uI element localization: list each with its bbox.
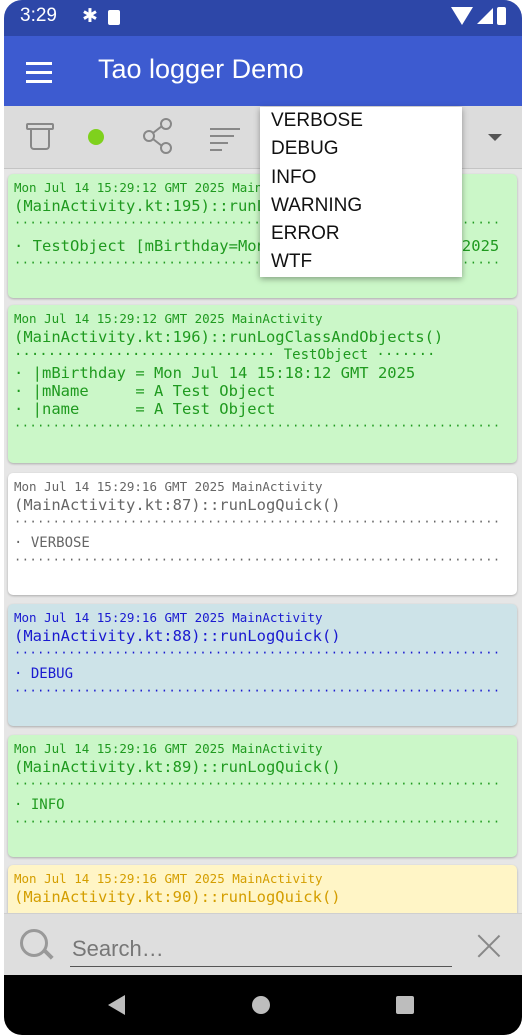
log-source: (MainActivity.kt:196)::runLogClassAndObj… (14, 328, 444, 346)
dropdown-arrow-icon[interactable] (488, 134, 502, 141)
navigation-bar (4, 975, 522, 1035)
clear-icon[interactable] (476, 933, 502, 959)
menu-item-verbose[interactable]: VERBOSE (260, 107, 462, 135)
phone-screen: 3:29 ✱ Tao logger Demo Mon Jul 14 15:29:… (4, 0, 522, 1035)
log-timestamp: Mon Jul 14 15:29:16 GMT 2025 MainActivit… (14, 741, 323, 756)
share-button[interactable] (136, 114, 182, 160)
log-line: · INFO (14, 797, 65, 813)
log-timestamp: Mon Jul 14 15:29:16 GMT 2025 MainActivit… (14, 479, 323, 494)
log-entry[interactable]: Mon Jul 14 15:29:16 GMT 2025 MainActivit… (8, 865, 517, 913)
search-bar (4, 913, 522, 976)
status-dot-button[interactable] (74, 114, 120, 160)
log-level-menu: VERBOSE DEBUG INFO WARNING ERROR WTF (260, 107, 462, 277)
log-separator: ········································… (14, 777, 501, 791)
log-separator: ········································… (14, 646, 501, 660)
log-line: · |mBirthday = Mon Jul 14 15:18:12 GMT 2… (14, 364, 416, 382)
log-entry[interactable]: Mon Jul 14 15:29:16 GMT 2025 MainActivit… (8, 604, 517, 726)
wifi-icon (451, 7, 473, 25)
log-line: · DEBUG (14, 666, 74, 682)
status-icons (451, 7, 506, 25)
log-header: ······························· TestObje… (14, 347, 436, 363)
menu-item-wtf[interactable]: WTF (260, 248, 462, 276)
home-icon[interactable] (252, 996, 270, 1014)
sort-icon-line (210, 149, 222, 151)
status-dot-icon (88, 129, 104, 145)
log-list[interactable]: Mon Jul 14 15:29:12 GMT 2025 MainActivit… (4, 168, 522, 913)
log-separator: ········································… (14, 515, 501, 529)
menu-item-debug[interactable]: DEBUG (260, 135, 462, 163)
share-icon (143, 118, 172, 154)
log-line: · |name = A Test Object (14, 400, 276, 418)
menu-item-warning[interactable]: WARNING (260, 192, 462, 220)
app-title: Tao logger Demo (98, 54, 304, 84)
log-separator: ········································… (14, 684, 501, 698)
menu-icon[interactable] (26, 62, 52, 89)
delete-icon (30, 128, 50, 150)
log-source: (MainActivity.kt:90)::runLogQuick() (14, 888, 341, 906)
log-separator: ········································… (14, 553, 501, 567)
log-entry[interactable]: Mon Jul 14 15:29:16 GMT 2025 MainActivit… (8, 735, 517, 857)
sd-card-icon (108, 10, 120, 25)
sort-icon-line (210, 142, 228, 144)
log-timestamp: Mon Jul 14 15:29:16 GMT 2025 MainActivit… (14, 871, 323, 886)
log-entry[interactable]: Mon Jul 14 15:29:16 GMT 2025 MainActivit… (8, 473, 517, 595)
menu-item-info[interactable]: INFO (260, 164, 462, 192)
sort-icon-line (210, 135, 234, 137)
delete-button[interactable] (16, 114, 62, 160)
log-source: (MainActivity.kt:88)::runLogQuick() (14, 627, 341, 645)
log-separator: ········································… (14, 419, 501, 433)
search-input[interactable] (70, 932, 452, 967)
sort-button[interactable] (202, 114, 248, 160)
log-separator: ········································… (14, 815, 501, 829)
back-icon[interactable] (108, 995, 125, 1015)
signal-icon (477, 8, 493, 24)
battery-icon (497, 7, 506, 25)
status-bar: 3:29 ✱ (4, 0, 522, 36)
app-bar: Tao logger Demo (4, 36, 522, 106)
log-source: (MainActivity.kt:87)::runLogQuick() (14, 496, 341, 514)
menu-item-error[interactable]: ERROR (260, 220, 462, 248)
recents-icon[interactable] (396, 996, 414, 1014)
log-entry[interactable]: Mon Jul 14 15:29:12 GMT 2025 MainActivit… (8, 305, 517, 463)
status-time: 3:29 (20, 5, 57, 26)
sort-icon (210, 128, 240, 130)
log-timestamp: Mon Jul 14 15:29:16 GMT 2025 MainActivit… (14, 610, 323, 625)
log-source: (MainActivity.kt:89)::runLogQuick() (14, 758, 341, 776)
log-line: · |mName = A Test Object (14, 382, 276, 400)
settings-gear-icon: ✱ (82, 5, 98, 27)
search-icon-handle (42, 948, 54, 960)
log-timestamp: Mon Jul 14 15:29:12 GMT 2025 MainActivit… (14, 311, 323, 326)
log-line: · VERBOSE (14, 535, 90, 551)
